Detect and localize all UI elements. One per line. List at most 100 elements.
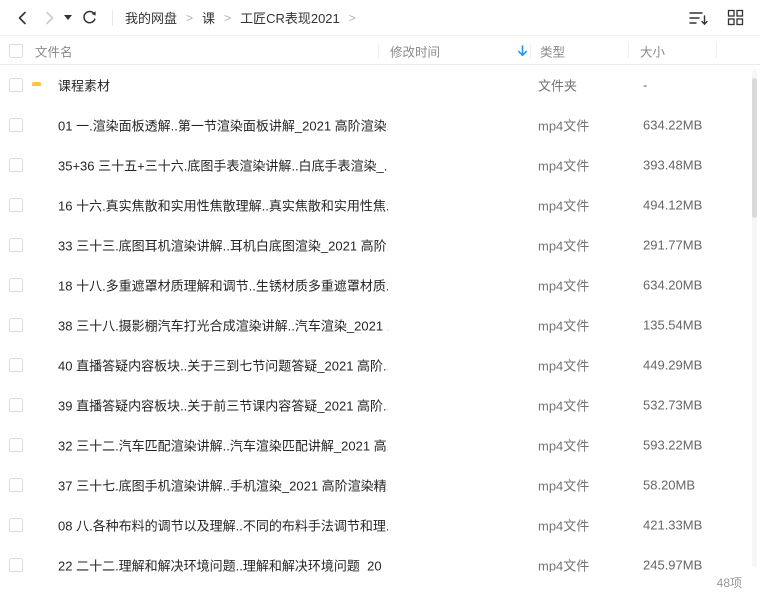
row-checkbox[interactable] (9, 158, 23, 172)
file-type: mp4文件 (538, 558, 590, 573)
row-checkbox[interactable] (9, 238, 23, 252)
file-type: mp4文件 (538, 358, 590, 374)
row-checkbox[interactable] (9, 278, 23, 292)
row-checkbox[interactable] (9, 198, 23, 212)
file-name[interactable]: 39 直播答疑内容板块..关于前三节课内容答疑_2021 高阶... (58, 396, 388, 415)
row-checkbox[interactable] (9, 358, 23, 372)
file-name[interactable]: 38 三十八.摄影棚汽车打光合成渲染讲解..汽车渲染_2021 ... (58, 316, 388, 335)
file-size: 58.20MB (643, 477, 696, 493)
file-size: 135.54MB (643, 317, 703, 333)
column-header-modified[interactable]: 修改时间 (390, 41, 440, 60)
file-name[interactable]: 08 八.各种布料的调节以及理解..不同的布料手法调节和理... (58, 516, 388, 535)
column-header-name[interactable]: 文件名 (35, 41, 73, 60)
file-row[interactable]: 32 三十二.汽车匹配渲染讲解..汽车渲染匹配讲解_2021 高... mp4文… (0, 425, 760, 465)
file-size: 393.48MB (643, 157, 703, 173)
file-size: 449.29MB (643, 357, 703, 373)
file-type: mp4文件 (538, 158, 590, 174)
column-divider (628, 43, 629, 59)
file-name[interactable]: 33 三十三.底图耳机渲染讲解..耳机白底图渲染_2021 高阶... (58, 236, 388, 255)
item-count: 48项 (716, 576, 742, 590)
back-button[interactable] (10, 5, 36, 31)
file-size: 634.22MB (643, 117, 703, 133)
file-name[interactable]: 37 三十七.底图手机渲染讲解..手机渲染_2021 高阶渲染精... (58, 476, 388, 495)
grid-view-button[interactable] (724, 7, 746, 29)
row-checkbox[interactable] (9, 118, 23, 132)
column-divider (378, 43, 379, 59)
history-caret-icon[interactable] (64, 15, 72, 20)
file-name[interactable]: 课程素材 (58, 76, 110, 95)
file-size: 291.77MB (643, 237, 703, 253)
file-row[interactable]: 40 直播答疑内容板块..关于三到七节问题答疑_2021 高阶... mp4文件… (0, 345, 760, 385)
file-name[interactable]: 01 一.渲染面板透解..第一节渲染面板讲解_2021 高阶渲染... (58, 116, 388, 135)
file-type: mp4文件 (538, 318, 590, 334)
row-checkbox[interactable] (9, 318, 23, 332)
row-checkbox[interactable] (9, 78, 23, 92)
file-list: 课程素材 文件夹 - 01 一.渲染面板透解..第一节渲染面板讲解_2021 高… (0, 65, 760, 572)
file-type: mp4文件 (538, 438, 590, 454)
row-checkbox[interactable] (9, 518, 23, 532)
file-size: - (643, 77, 648, 93)
file-row[interactable]: 39 直播答疑内容板块..关于前三节课内容答疑_2021 高阶... mp4文件… (0, 385, 760, 425)
file-row[interactable]: 37 三十七.底图手机渲染讲解..手机渲染_2021 高阶渲染精... mp4文… (0, 465, 760, 505)
breadcrumb-separator: > (224, 10, 232, 25)
chevron-left-icon (18, 11, 26, 24)
refresh-icon (82, 10, 96, 24)
breadcrumb-separator: > (348, 10, 356, 25)
file-type: mp4文件 (538, 518, 590, 534)
breadcrumb: 我的网盘 > 课 > 工匠CR表现2021 > (125, 8, 356, 27)
file-name[interactable]: 16 十六.真实焦散和实用性焦散理解..真实焦散和实用性焦... (58, 196, 388, 215)
file-type: 文件夹 (538, 78, 578, 94)
file-row[interactable]: 33 三十三.底图耳机渲染讲解..耳机白底图渲染_2021 高阶... mp4文… (0, 225, 760, 265)
file-name[interactable]: 35+36 三十五+三十六.底图手表渲染讲解..白底手表渲染_... (58, 156, 388, 175)
file-type: mp4文件 (538, 398, 590, 414)
file-size: 421.33MB (643, 517, 703, 533)
status-bar: 48项 (0, 572, 760, 597)
file-type: mp4文件 (538, 478, 590, 494)
sort-descending-icon (689, 11, 708, 25)
file-size: 494.12MB (643, 197, 703, 213)
refresh-button[interactable] (76, 5, 102, 31)
column-header-type[interactable]: 类型 (540, 41, 565, 60)
forward-button[interactable] (36, 5, 62, 31)
file-manager-window: 我的网盘 > 课 > 工匠CR表现2021 > 文件名 修改时间 类型 大小 课… (0, 0, 760, 597)
file-type: mp4文件 (538, 238, 590, 254)
file-row[interactable]: 课程素材 文件夹 - (0, 65, 760, 105)
sort-direction-arrow-icon[interactable] (517, 44, 528, 57)
file-name[interactable]: 32 三十二.汽车匹配渲染讲解..汽车渲染匹配讲解_2021 高... (58, 436, 388, 455)
file-size: 593.22MB (643, 437, 703, 453)
file-size: 245.97MB (643, 557, 703, 573)
file-row[interactable]: 38 三十八.摄影棚汽车打光合成渲染讲解..汽车渲染_2021 ... mp4文… (0, 305, 760, 345)
file-type: mp4文件 (538, 198, 590, 214)
file-row[interactable]: 16 十六.真实焦散和实用性焦散理解..真实焦散和实用性焦... mp4文件 4… (0, 185, 760, 225)
file-row[interactable]: 35+36 三十五+三十六.底图手表渲染讲解..白底手表渲染_... mp4文件… (0, 145, 760, 185)
file-name[interactable]: 18 十八.多重遮罩材质理解和调节..生锈材质多重遮罩材质... (58, 276, 388, 295)
sort-order-button[interactable] (688, 7, 710, 29)
file-name[interactable]: 22 二十二.理解和解决环境问题..理解和解决环境问题_20 (58, 556, 382, 573)
row-checkbox[interactable] (9, 478, 23, 492)
file-size: 532.73MB (643, 397, 703, 413)
row-checkbox[interactable] (9, 558, 23, 572)
file-row[interactable]: 01 一.渲染面板透解..第一节渲染面板讲解_2021 高阶渲染... mp4文… (0, 105, 760, 145)
file-type: mp4文件 (538, 118, 590, 134)
column-divider (716, 43, 717, 59)
toolbar-divider (112, 9, 113, 26)
toolbar-right (688, 7, 760, 29)
file-row[interactable]: 08 八.各种布料的调节以及理解..不同的布料手法调节和理... mp4文件 4… (0, 505, 760, 545)
scrollbar-thumb[interactable] (752, 78, 757, 218)
file-row[interactable]: 22 二十二.理解和解决环境问题..理解和解决环境问题_20 mp4文件 245… (0, 545, 760, 572)
chevron-right-icon (46, 11, 54, 24)
breadcrumb-item-folder[interactable]: 课 (202, 8, 215, 27)
column-divider (530, 43, 531, 59)
row-checkbox[interactable] (9, 438, 23, 452)
file-row[interactable]: 18 十八.多重遮罩材质理解和调节..生锈材质多重遮罩材质... mp4文件 6… (0, 265, 760, 305)
file-type: mp4文件 (538, 278, 590, 294)
breadcrumb-item-root[interactable]: 我的网盘 (125, 8, 177, 27)
grid-view-icon (727, 9, 743, 26)
column-header-size[interactable]: 大小 (640, 41, 665, 60)
select-all-checkbox[interactable] (9, 43, 23, 58)
file-name[interactable]: 40 直播答疑内容板块..关于三到七节问题答疑_2021 高阶... (58, 356, 388, 375)
row-checkbox[interactable] (9, 398, 23, 412)
table-header: 文件名 修改时间 类型 大小 (0, 37, 760, 65)
breadcrumb-item-current[interactable]: 工匠CR表现2021 (240, 8, 340, 27)
toolbar: 我的网盘 > 课 > 工匠CR表现2021 > (0, 0, 760, 36)
